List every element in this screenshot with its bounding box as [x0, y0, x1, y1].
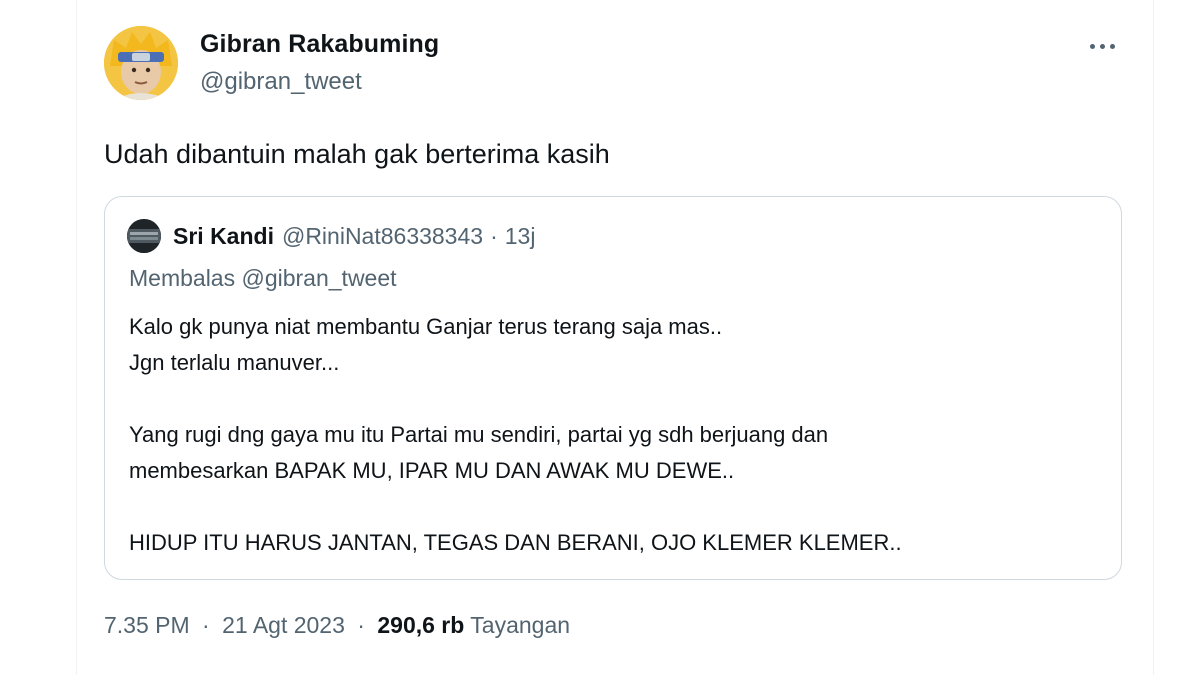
quoted-text-line: Kalo gk punya niat membantu Ganjar terus… — [129, 314, 723, 339]
quoted-text-line: Yang rugi dng gaya mu itu Partai mu send… — [129, 422, 829, 447]
quoted-author-display-name: Sri Kandi — [173, 222, 274, 249]
quoted-reply-context: Membalas @gibran_tweet — [129, 265, 397, 291]
views-label[interactable]: Tayangan — [470, 612, 570, 638]
tweet-text: Udah dibantuin malah gak berterima kasih — [104, 139, 610, 169]
quoted-avatar-icon — [127, 219, 161, 253]
quoted-tweet[interactable]: Sri Kandi @RiniNat86338343 · 13j Membala… — [104, 196, 1122, 580]
quoted-tweet-header: Sri Kandi @RiniNat86338343 · 13j — [127, 219, 535, 253]
quoted-timestamp: 13j — [504, 222, 536, 249]
author-display-name[interactable]: Gibran Rakabuming — [200, 30, 439, 59]
more-options-icon — [1090, 43, 1115, 49]
quoted-text-line: HIDUP ITU HARUS JANTAN, TEGAS DAN BERANI… — [129, 530, 902, 555]
quoted-author-avatar[interactable] — [127, 219, 161, 253]
page: Gibran Rakabuming @gibran_tweet Udah dib… — [0, 0, 1200, 675]
meta-separator: · — [202, 612, 210, 638]
author-handle[interactable]: @gibran_tweet — [200, 68, 362, 96]
views-count[interactable]: 290,6 rb — [377, 612, 464, 638]
quoted-tweet-text: Kalo gk punya niat membantu Ganjar terus… — [129, 309, 902, 561]
author-avatar[interactable] — [104, 26, 178, 100]
quoted-author-handle: @RiniNat86338343 — [281, 222, 484, 249]
meta-separator: · — [357, 612, 365, 638]
quoted-text-line: Jgn terlalu manuver... — [129, 350, 340, 375]
tweet-date[interactable]: 21 Agt 2023 — [222, 612, 345, 638]
more-options-button[interactable] — [1084, 34, 1118, 58]
tweet: Gibran Rakabuming @gibran_tweet Udah dib… — [104, 26, 1128, 638]
timeline-right-border — [1153, 0, 1154, 675]
quoted-separator: · — [490, 222, 498, 249]
avatar-icon — [104, 26, 178, 100]
quoted-text-line: membesarkan BAPAK MU, IPAR MU DAN AWAK M… — [129, 458, 735, 483]
tweet-header: Gibran Rakabuming @gibran_tweet — [104, 26, 1128, 102]
tweet-meta: 7.35 PM · 21 Agt 2023 · 290,6 rb Tayanga… — [104, 612, 570, 639]
timeline-left-border — [76, 0, 77, 675]
tweet-time[interactable]: 7.35 PM — [104, 612, 190, 638]
